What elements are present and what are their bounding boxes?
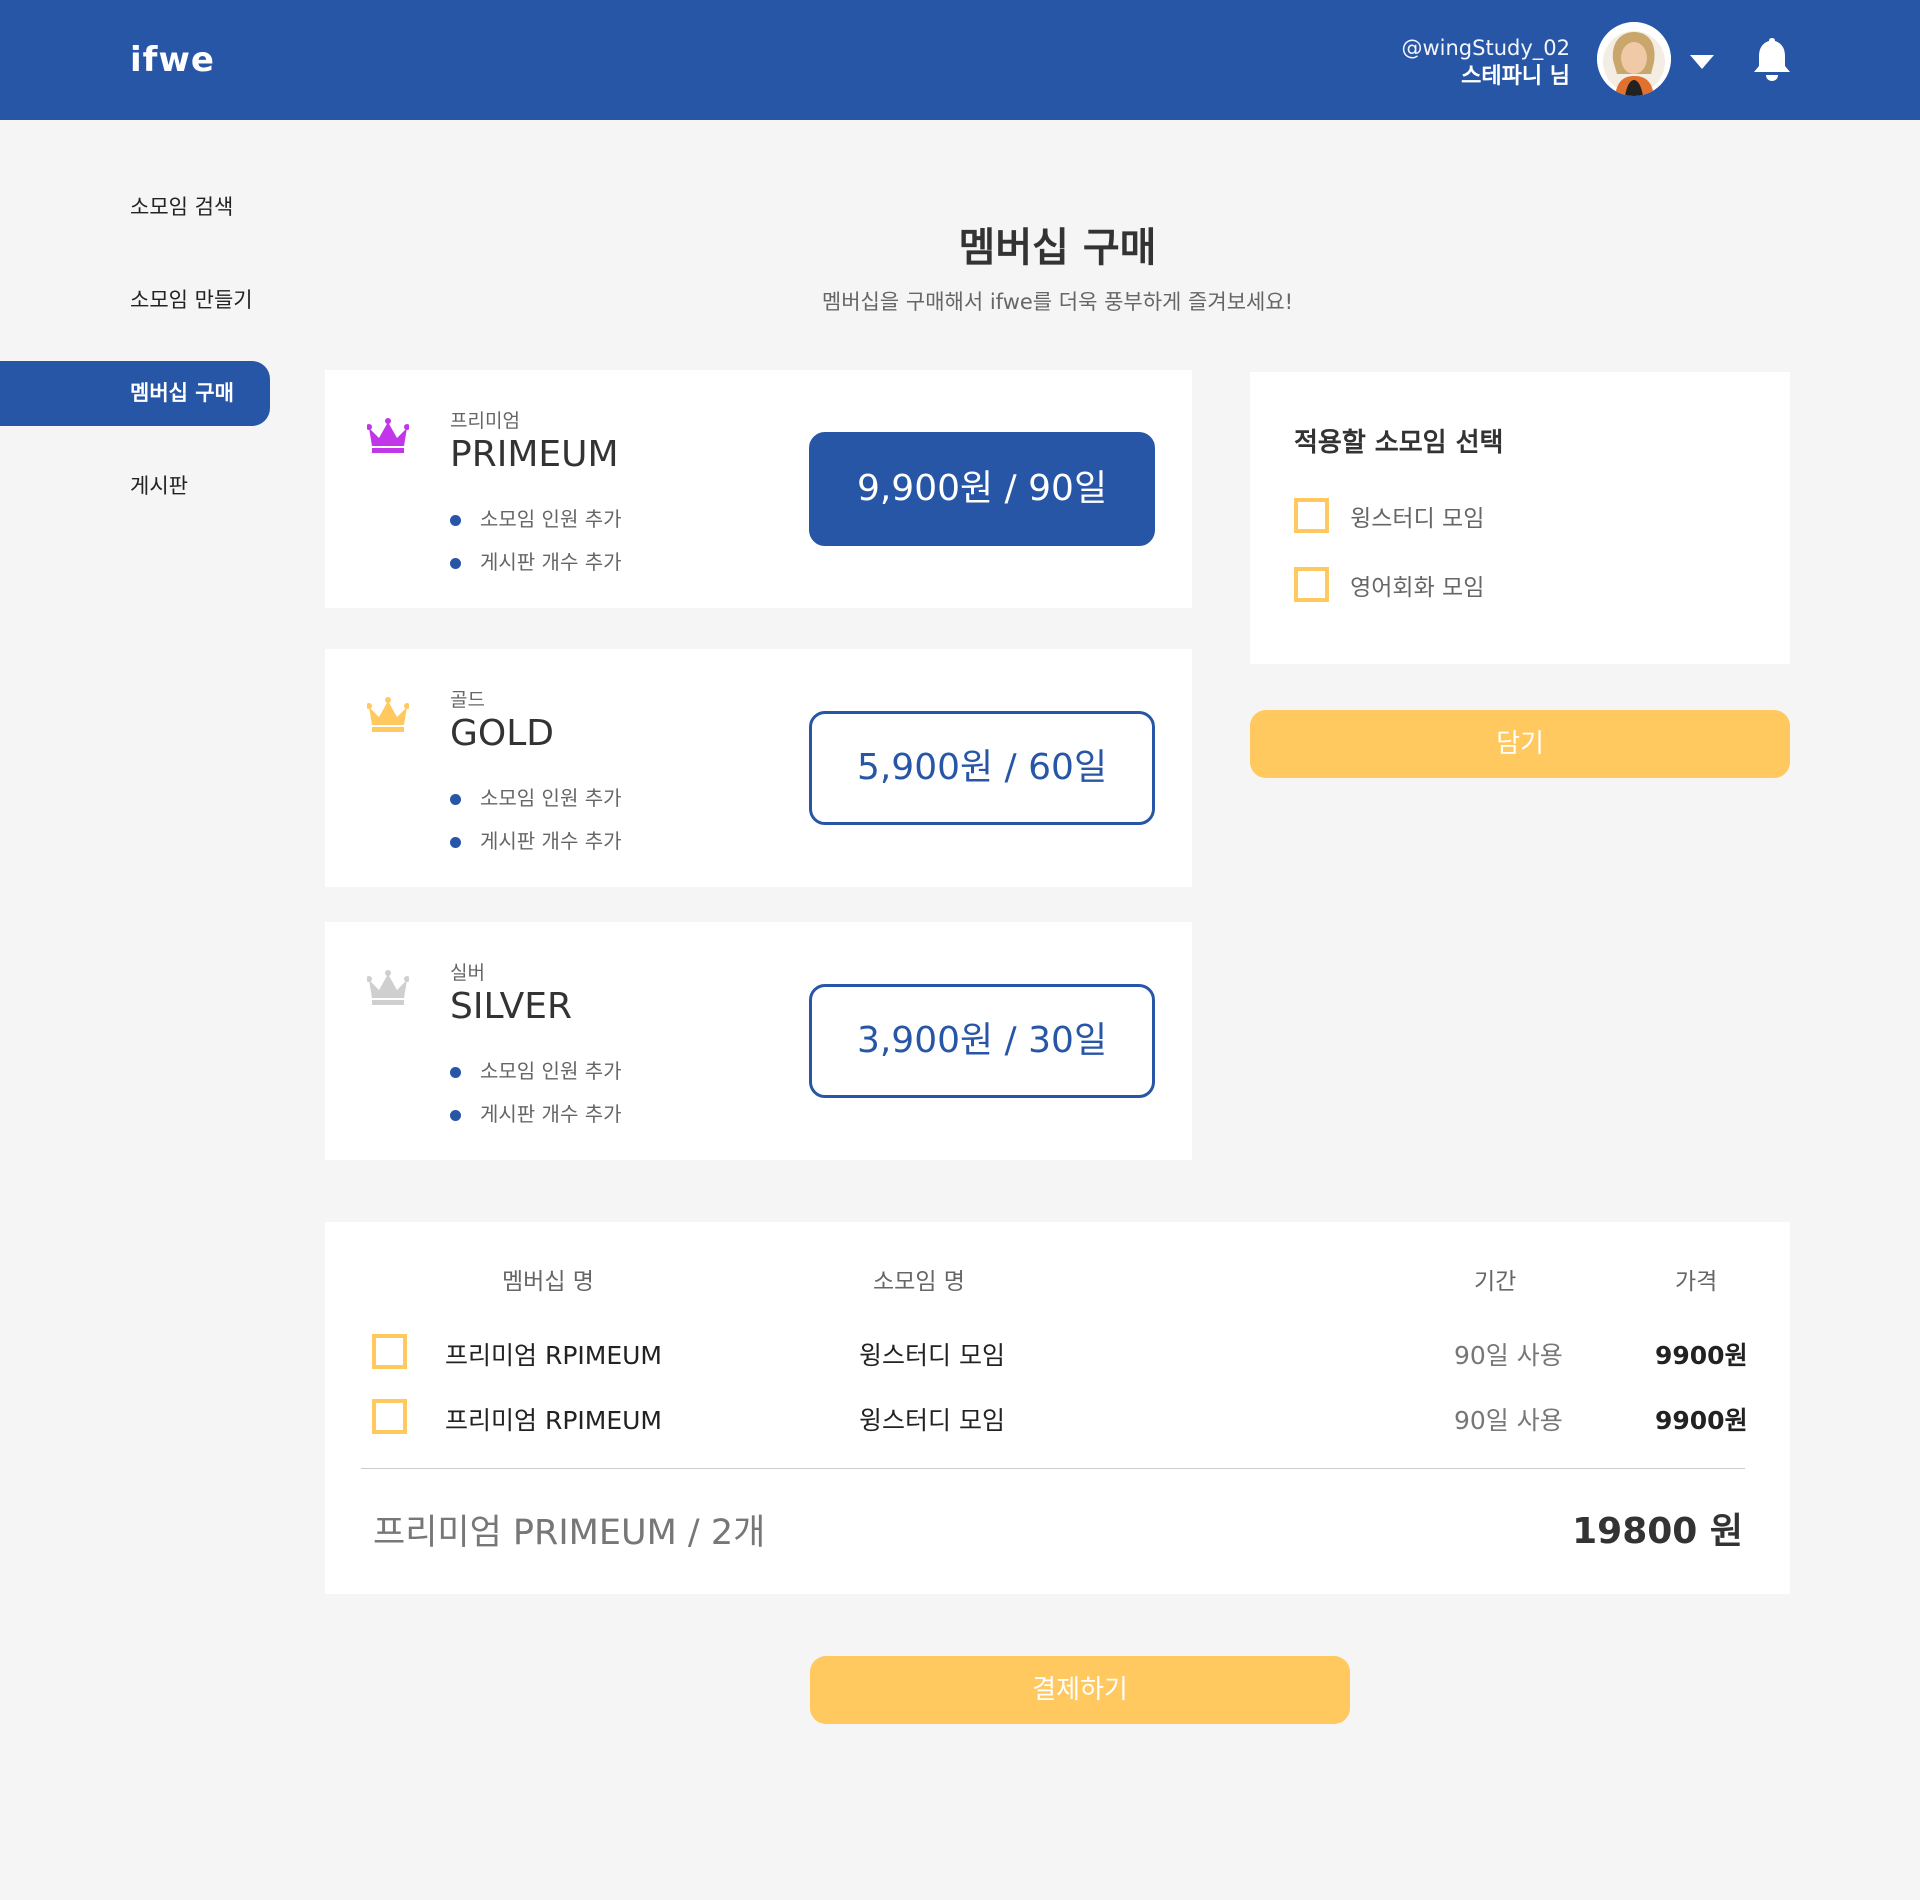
- plan-feature-list: 소모임 인원 추가 게시판 개수 추가: [450, 777, 622, 863]
- cart-header-price: 가격: [1675, 1269, 1718, 1295]
- avatar-image: [1597, 22, 1671, 96]
- pay-button[interactable]: 결제하기: [810, 1656, 1350, 1724]
- plan-card-silver: 실버 SILVER 소모임 인원 추가 게시판 개수 추가 3,900원 / 3…: [325, 922, 1192, 1160]
- sidebar-item-board[interactable]: 게시판: [0, 454, 270, 519]
- plan-feature-list: 소모임 인원 추가 게시판 개수 추가: [450, 498, 622, 584]
- plan-card-gold: 골드 GOLD 소모임 인원 추가 게시판 개수 추가 5,900원 / 60일: [325, 649, 1192, 887]
- group-option-wingstudy[interactable]: 윙스터디 모임: [1294, 498, 1484, 536]
- bell-icon[interactable]: [1752, 36, 1792, 82]
- add-to-cart-button[interactable]: 담기: [1250, 710, 1790, 778]
- cart-row: 프리미엄 RPIMEUM 윙스터디 모임 90일 사용 9900원: [325, 1332, 1790, 1372]
- plan-name-en: PRIMEUM: [450, 434, 619, 475]
- plan-feature-list: 소모임 인원 추가 게시판 개수 추가: [450, 1050, 622, 1136]
- page-title: 멤버십 구매: [958, 225, 1157, 271]
- plan-card-premium: 프리미엄 PRIMEUM 소모임 인원 추가 게시판 개수 추가 9,900원 …: [325, 370, 1192, 608]
- top-header: ifwe @wingStudy_02 스테파니 님: [0, 0, 1920, 120]
- cart-panel: 멤버십 명 소모임 명 기간 가격 프리미엄 RPIMEUM 윙스터디 모임 9…: [325, 1222, 1790, 1594]
- user-info: @wingStudy_02 스테파니 님: [1401, 34, 1570, 92]
- cart-cell-membership: 프리미엄 RPIMEUM: [445, 1341, 663, 1370]
- plan-name-ko: 프리미엄: [450, 410, 520, 432]
- cart-cell-membership: 프리미엄 RPIMEUM: [445, 1406, 663, 1435]
- cart-header-membership: 멤버십 명: [502, 1269, 594, 1295]
- group-select-panel: 적용할 소모임 선택 윙스터디 모임 영어회화 모임: [1250, 372, 1790, 664]
- cart-cell-period: 90일 사용: [1454, 1341, 1563, 1370]
- cart-header-period: 기간: [1474, 1269, 1517, 1295]
- checkbox[interactable]: [1294, 567, 1329, 602]
- plan-name-en: SILVER: [450, 986, 572, 1027]
- plan-feature: 게시판 개수 추가: [450, 541, 622, 584]
- plan-feature: 게시판 개수 추가: [450, 820, 622, 863]
- plan-price-button[interactable]: 5,900원 / 60일: [809, 711, 1155, 825]
- plan-feature: 소모임 인원 추가: [450, 1050, 622, 1093]
- cart-divider: [361, 1468, 1745, 1469]
- avatar[interactable]: [1597, 22, 1671, 96]
- plan-name-ko: 실버: [450, 962, 485, 984]
- crown-icon: [366, 418, 410, 454]
- cart-cell-group: 윙스터디 모임: [859, 1406, 1005, 1435]
- crown-icon: [366, 697, 410, 733]
- chevron-down-icon[interactable]: [1690, 54, 1714, 69]
- crown-icon: [366, 970, 410, 1006]
- group-select-title: 적용할 소모임 선택: [1294, 428, 1504, 458]
- cart-header-group: 소모임 명: [873, 1269, 965, 1295]
- group-option-label: 윙스터디 모임: [1350, 505, 1485, 532]
- checkbox[interactable]: [372, 1399, 407, 1434]
- page-subtitle: 멤버십을 구매해서 ifwe를 더욱 풍부하게 즐겨보세요!: [821, 290, 1294, 314]
- user-handle: @wingStudy_02: [1401, 36, 1570, 60]
- cart-cell-group: 윙스터디 모임: [859, 1341, 1005, 1370]
- plan-name-ko: 골드: [450, 689, 485, 711]
- cart-row: 프리미엄 RPIMEUM 윙스터디 모임 90일 사용 9900원: [325, 1397, 1790, 1437]
- plan-feature: 소모임 인원 추가: [450, 498, 622, 541]
- user-name: 스테파니 님: [1461, 64, 1570, 89]
- plan-feature: 소모임 인원 추가: [450, 777, 622, 820]
- cart-cell-period: 90일 사용: [1454, 1406, 1563, 1435]
- cart-cell-price: 9900원: [1655, 1406, 1748, 1435]
- cart-summary: 프리미엄 PRIMEUM / 2개: [373, 1513, 766, 1553]
- checkbox[interactable]: [1294, 498, 1329, 533]
- plan-price-button[interactable]: 3,900원 / 30일: [809, 984, 1155, 1098]
- cart-total: 19800 원: [1572, 1511, 1743, 1552]
- plan-price-button[interactable]: 9,900원 / 90일: [809, 432, 1155, 546]
- cart-cell-price: 9900원: [1655, 1341, 1748, 1370]
- plan-name-en: GOLD: [450, 713, 555, 754]
- group-option-english[interactable]: 영어회화 모임: [1294, 567, 1484, 605]
- logo[interactable]: ifwe: [130, 40, 215, 80]
- sidebar-item-membership[interactable]: 멤버십 구매: [0, 361, 270, 426]
- plan-feature: 게시판 개수 추가: [450, 1093, 622, 1136]
- checkbox[interactable]: [372, 1334, 407, 1369]
- group-option-label: 영어회화 모임: [1350, 574, 1485, 601]
